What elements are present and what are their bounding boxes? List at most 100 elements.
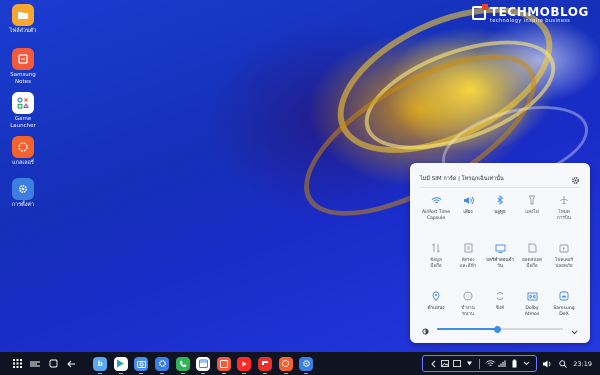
sync-circle-icon <box>494 290 506 302</box>
folder-icon <box>12 4 34 26</box>
chevron-down-icon[interactable] <box>520 355 532 372</box>
gear-icon <box>158 360 166 367</box>
apps-grid-button[interactable] <box>8 352 26 375</box>
tile-label: Samsung DeX <box>553 306 575 317</box>
taskbar: b 23:19 <box>0 352 600 375</box>
panel-divider <box>420 187 580 188</box>
airport-tile[interactable]: AirPort Time Capsule <box>420 189 452 237</box>
brightness-thumb[interactable] <box>493 325 501 333</box>
desktop-icon-label: การตั้งค่า <box>11 202 35 208</box>
gear-icon <box>302 360 310 367</box>
desktop-icon-samsung-notes[interactable]: Samsung Notes <box>0 48 46 85</box>
desktop-icon-label: ไฟล์ส่วนตัว <box>9 28 37 34</box>
volume-icon <box>462 194 474 206</box>
screenshot-notification-icon <box>451 355 463 372</box>
apps-grid-icon <box>12 359 22 368</box>
app-camera[interactable] <box>134 356 149 374</box>
quick-settings-panel: ไม่มี SIM การ์ด | โทรฉุกเฉินเท่านั้น Air… <box>410 163 590 343</box>
tile-label: ตำแหน่ง <box>427 306 445 311</box>
brightness-icon <box>422 320 429 339</box>
gallery-icon <box>12 136 34 158</box>
bluetooth-tile[interactable]: บลูทูธ <box>484 189 516 237</box>
desktop-icon-settings[interactable]: การตั้งค่า <box>0 178 46 209</box>
app-phone[interactable] <box>175 356 190 374</box>
calendar-icon <box>198 359 208 368</box>
app-gallery[interactable] <box>278 356 293 374</box>
app-settings-2[interactable] <box>155 356 170 374</box>
tile-label: Dolby Atmos <box>524 306 540 317</box>
screen-icon <box>494 242 506 254</box>
chevron-down-icon[interactable] <box>571 320 578 339</box>
notes-icon <box>219 359 228 368</box>
airplane-tile[interactable]: โหมด การบิน <box>548 189 580 237</box>
volume-icon[interactable] <box>541 355 553 372</box>
bluetooth-icon <box>494 194 506 206</box>
tile-label: บลร์คำสอนจำ วัน <box>486 258 514 269</box>
brightness-fill <box>437 328 498 330</box>
sim-status-text: ไม่มี SIM การ์ด | โทรฉุกเฉินเท่านั้น <box>420 176 504 182</box>
app-settings[interactable] <box>299 356 314 374</box>
power-saving-icon <box>462 290 474 302</box>
sync-icon <box>462 242 474 254</box>
desktop-icon-gallery[interactable]: แกลเลอรี่ <box>0 136 46 167</box>
desktop-icon-game-launcher[interactable]: Game Launcher <box>0 92 46 129</box>
game-launcher-icon <box>12 92 34 114</box>
gallery-icon <box>282 360 290 367</box>
airplane-icon <box>558 194 570 206</box>
brightness-row <box>422 323 578 335</box>
home-square-icon <box>49 359 57 368</box>
app-bixby[interactable]: b <box>93 356 108 374</box>
location-icon <box>430 290 442 302</box>
system-tray: 23:19 <box>418 354 592 373</box>
status-area[interactable] <box>422 355 538 372</box>
secure-folder-tile[interactable]: โฟลเดอร์ ปลอดภัย <box>548 237 580 285</box>
app-notes[interactable] <box>216 356 231 374</box>
search-icon[interactable] <box>557 355 569 372</box>
home-button[interactable] <box>44 352 62 375</box>
app-calendar[interactable] <box>196 356 211 374</box>
back-button[interactable] <box>62 352 80 375</box>
screen-time-tile[interactable]: บลร์คำสอนจำ วัน <box>484 237 516 285</box>
sync-tile[interactable]: จัดรอง และสีฟ้า <box>452 237 484 285</box>
signal-icon <box>496 355 508 372</box>
bixby-icon: b <box>97 359 103 368</box>
tile-label: โหมด การบิน <box>557 210 571 221</box>
hotspot-icon <box>526 242 538 254</box>
chevron-left-icon[interactable] <box>427 355 439 372</box>
app-flipboard[interactable] <box>258 356 273 374</box>
dex-icon <box>558 290 570 302</box>
data-arrows-icon <box>430 242 442 254</box>
recent-apps-button[interactable] <box>26 352 44 375</box>
tile-label: ซิงค์ <box>495 306 505 311</box>
brand-logo-icon <box>472 4 488 20</box>
gear-icon[interactable] <box>571 170 580 189</box>
recent-apps-icon <box>30 361 40 366</box>
tile-label: บลูทูธ <box>494 210 506 215</box>
tile-label: จัดรอง และสีฟ้า <box>459 258 477 269</box>
tile-label: ฮอตสปอต มือถือ <box>521 258 542 269</box>
flashlight-tile[interactable]: แสงไฟ <box>516 189 548 237</box>
tile-label: แสงไฟ <box>525 210 539 215</box>
clock[interactable]: 23:19 <box>573 360 592 368</box>
app-youtube[interactable] <box>237 356 252 374</box>
tile-label: ข้อมูล มือถือ <box>430 258 442 269</box>
hotspot-tile[interactable]: ฮอตสปอต มือถือ <box>516 237 548 285</box>
battery-icon <box>508 355 520 372</box>
brightness-slider[interactable] <box>437 325 563 333</box>
tile-label: โฟลเดอร์ ปลอดภัย <box>554 258 574 269</box>
wifi-status-icon <box>484 355 496 372</box>
desktop-icon-my-files[interactable]: ไฟล์ส่วนตัว <box>0 4 46 35</box>
app-play-store[interactable] <box>113 356 128 374</box>
desktop-icon-label: แกลเลอรี่ <box>12 160 34 166</box>
flipboard-icon <box>262 360 269 365</box>
panel-header: ไม่มี SIM การ์ด | โทรฉุกเฉินเท่านั้น <box>420 173 580 185</box>
camera-icon <box>137 360 146 368</box>
sound-tile[interactable]: เสียง <box>452 189 484 237</box>
mobile-data-tile[interactable]: ข้อมูล มือถือ <box>420 237 452 285</box>
phone-icon <box>179 360 187 367</box>
settings-icon <box>12 178 34 200</box>
download-notification-icon <box>463 355 475 372</box>
gallery-notification-icon <box>439 355 451 372</box>
tile-label: เสียง <box>463 210 473 215</box>
desktop-icon-label: Samsung Notes <box>10 72 36 85</box>
